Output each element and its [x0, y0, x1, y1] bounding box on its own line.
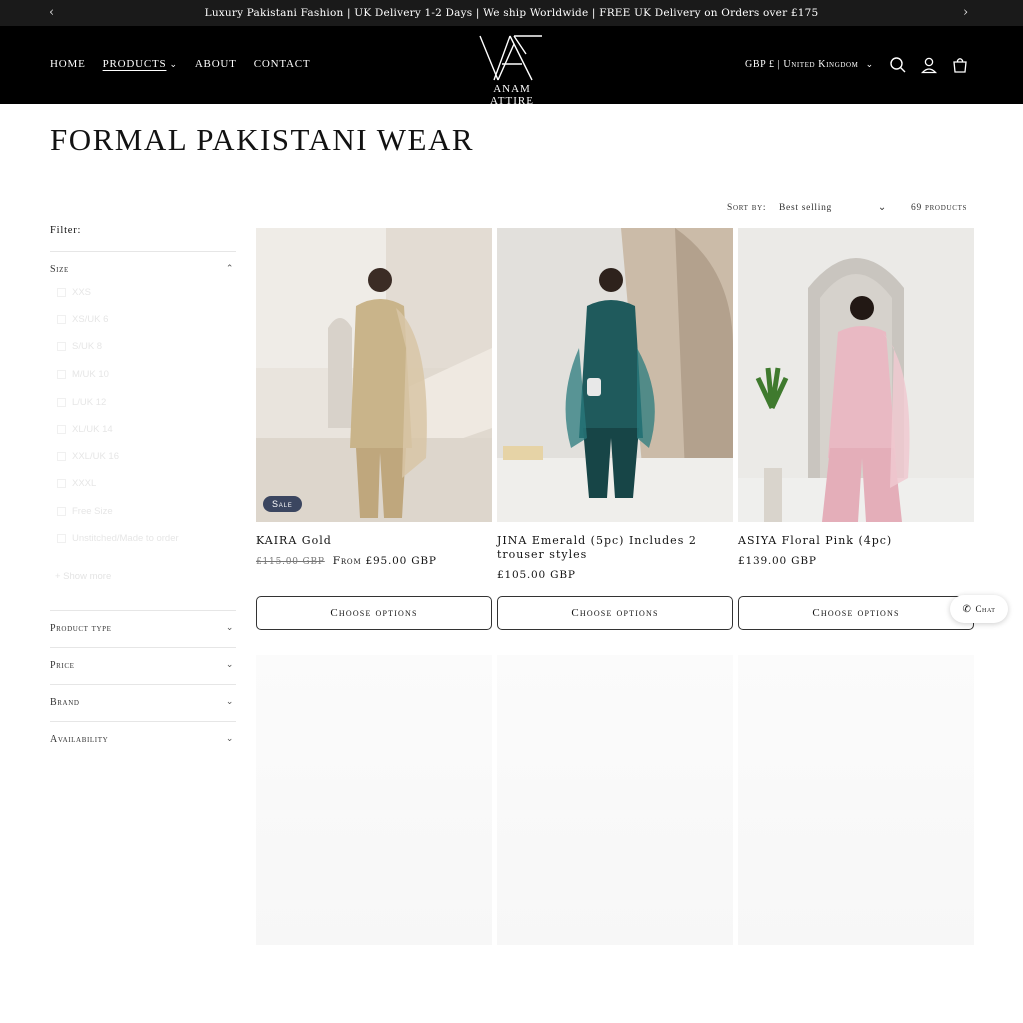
product-image-placeholder	[497, 655, 733, 945]
checkbox-icon	[57, 452, 66, 461]
size-option[interactable]: XL/UK 14	[57, 424, 113, 435]
filter-availability-label: Availability	[50, 734, 109, 745]
chat-label: Chat	[975, 604, 996, 614]
checkbox-icon	[57, 398, 66, 407]
size-option-label: XL/UK 14	[72, 424, 113, 435]
size-option-label: L/UK 12	[72, 397, 107, 408]
chat-icon: ✆	[962, 603, 972, 615]
product-image-placeholder	[738, 655, 974, 945]
product-price: £105.00 GBP	[497, 569, 576, 581]
chat-button[interactable]: ✆ Chat	[950, 595, 1008, 623]
size-option[interactable]: XXXL	[57, 478, 96, 489]
size-option-label: XXXL	[72, 478, 97, 489]
product-name[interactable]: ASIYA Floral Pink (4pc)	[738, 534, 974, 548]
choose-options-button[interactable]: Choose options	[738, 596, 974, 630]
checkbox-icon	[57, 507, 66, 516]
product-price: £115.00 GBP From £95.00 GBP	[256, 555, 437, 567]
announcement-bar: ‹ Luxury Pakistani Fashion | UK Delivery…	[0, 0, 1023, 26]
chevron-down-icon: ⌄	[225, 659, 234, 669]
size-option[interactable]: Free Size	[57, 506, 113, 517]
product-sale-price: From £95.00 GBP	[332, 555, 437, 567]
size-option-label: XS/UK 6	[72, 314, 109, 325]
size-option[interactable]: XS/UK 6	[57, 314, 108, 325]
sort-value: Best selling	[779, 203, 832, 213]
logo-mark-icon	[479, 35, 542, 81]
size-option[interactable]: Unstitched/Made to order	[57, 533, 179, 544]
main-nav: HOME PRODUCTS ⌄ ABOUT CONTACT	[50, 58, 310, 70]
chevron-left-icon[interactable]: ‹	[49, 5, 54, 20]
sort-label: Sort by:	[727, 203, 767, 213]
account-icon[interactable]	[920, 56, 938, 74]
show-more-link[interactable]: + Show more	[55, 571, 111, 582]
product-image[interactable]	[256, 228, 492, 522]
filter-availability[interactable]: Availability ⌄	[50, 721, 236, 758]
filter-size-label: Size	[50, 264, 69, 275]
checkbox-icon	[57, 342, 66, 351]
filter-price-label: Price	[50, 660, 75, 671]
nav-products[interactable]: PRODUCTS ⌄	[103, 58, 178, 70]
nav-home[interactable]: HOME	[50, 58, 86, 70]
size-option-label: Free Size	[72, 506, 113, 517]
checkbox-icon	[57, 425, 66, 434]
product-name[interactable]: JINA Emerald (5pc) Includes 2 trouser st…	[497, 534, 733, 562]
checkbox-icon	[57, 370, 66, 379]
chevron-down-icon: ⌄	[225, 696, 234, 706]
nav-products-label: PRODUCTS	[102, 58, 167, 70]
currency-label: GBP £ | United Kingdom	[745, 59, 859, 70]
site-logo[interactable]: ANAM ATTIRE	[470, 34, 554, 107]
size-option-label: M/UK 10	[72, 369, 109, 380]
search-icon[interactable]	[889, 56, 907, 74]
choose-options-button[interactable]: Choose options	[256, 596, 492, 630]
product-image[interactable]	[738, 228, 974, 522]
announcement-text: Luxury Pakistani Fashion | UK Delivery 1…	[204, 7, 819, 19]
site-header: HOME PRODUCTS ⌄ ABOUT CONTACT ANAM ATTIRE…	[0, 26, 1023, 107]
filter-product-type-label: Product type	[50, 623, 112, 634]
filter-product-type[interactable]: Product type ⌄	[50, 610, 236, 647]
chevron-down-icon: ⌄	[225, 733, 234, 743]
currency-selector[interactable]: GBP £ | United Kingdom ⌄	[745, 59, 874, 70]
choose-options-button[interactable]: Choose options	[497, 596, 733, 630]
size-option[interactable]: L/UK 12	[57, 397, 106, 408]
product-image[interactable]	[497, 228, 733, 522]
chevron-up-icon: ⌃	[225, 263, 234, 273]
filter-label: Filter:	[50, 225, 82, 236]
checkbox-icon	[57, 534, 66, 543]
cart-icon[interactable]	[951, 56, 969, 74]
logo-text: ANAM ATTIRE	[490, 83, 534, 107]
chevron-down-icon: ⌄	[865, 59, 874, 69]
sort-select[interactable]: Best selling ⌄	[779, 202, 887, 213]
size-option[interactable]: S/UK 8	[57, 341, 102, 352]
chevron-right-icon[interactable]: ›	[963, 5, 968, 20]
chevron-down-icon: ⌄	[877, 202, 887, 213]
size-option-label: XXS	[72, 287, 92, 298]
chevron-down-icon: ⌄	[169, 59, 178, 69]
size-option[interactable]: M/UK 10	[57, 369, 109, 380]
checkbox-icon	[57, 315, 66, 324]
page-title: FORMAL PAKISTANI WEAR	[50, 122, 475, 157]
filter-size[interactable]: Size ⌃	[50, 251, 236, 283]
size-option-label: Unstitched/Made to order	[72, 533, 179, 544]
size-option-label: S/UK 8	[72, 341, 103, 352]
chevron-down-icon: ⌄	[225, 622, 234, 632]
size-option[interactable]: XXL/UK 16	[57, 451, 119, 462]
checkbox-icon	[57, 479, 66, 488]
product-image-placeholder	[256, 655, 492, 945]
filter-price[interactable]: Price ⌄	[50, 647, 236, 684]
product-price: £139.00 GBP	[738, 555, 817, 567]
product-count: 69 products	[911, 203, 968, 213]
product-name[interactable]: KAIRA Gold	[256, 534, 492, 548]
size-option[interactable]: XXS	[57, 287, 91, 298]
product-old-price: £115.00 GBP	[256, 557, 325, 567]
nav-contact[interactable]: CONTACT	[254, 58, 311, 70]
sale-badge: Sale	[263, 496, 302, 512]
filter-brand[interactable]: Brand ⌄	[50, 684, 236, 721]
filter-brand-label: Brand	[50, 697, 80, 708]
size-option-label: XXL/UK 16	[72, 451, 119, 462]
checkbox-icon	[57, 288, 66, 297]
nav-about[interactable]: ABOUT	[195, 58, 237, 70]
